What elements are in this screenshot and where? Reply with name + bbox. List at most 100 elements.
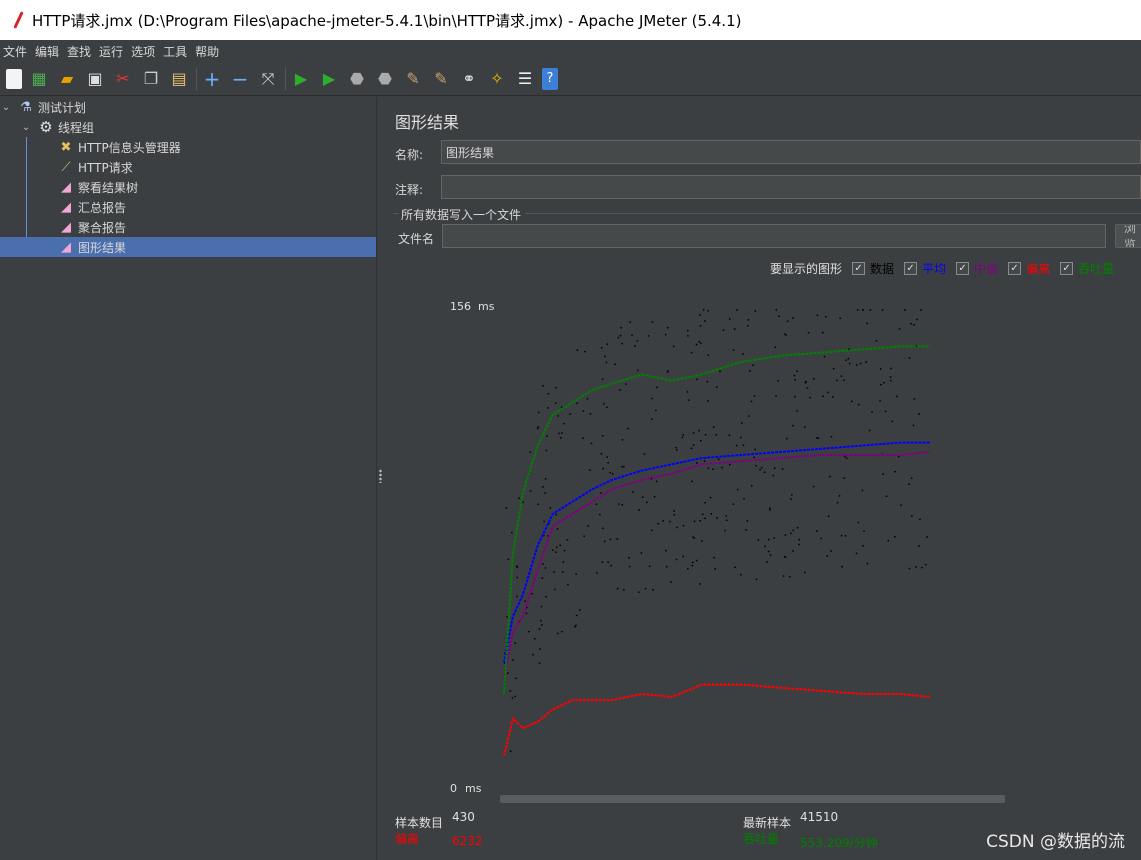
reset-search-icon[interactable]: ✧ [486,68,508,90]
data-point [655,409,657,412]
tree-item-summary-report[interactable]: ◢ 汇总报告 [58,197,126,217]
data-point [712,426,715,428]
paste-icon[interactable]: ▤ [168,68,190,90]
data-point [775,395,777,397]
checkbox-data[interactable]: ✓ [852,262,866,275]
tree-item-test-plan[interactable]: ⌄ ⚗ 测试计划 [0,97,86,117]
data-point [910,322,912,325]
data-point [924,563,927,566]
data-point [890,367,892,370]
start-icon[interactable]: ▶ [290,68,312,90]
horizontal-scrollbar[interactable] [500,795,1005,803]
tree-item-http-request[interactable]: ⟋ HTTP请求 [58,157,133,177]
data-point [518,497,520,499]
data-point [722,329,725,331]
expand-icon[interactable]: + [201,67,223,91]
toggle-icon[interactable]: ⤧ [257,68,279,90]
data-point [716,386,718,388]
menu-help[interactable]: 帮助 [194,43,220,60]
data-point [781,468,784,470]
function-helper-icon[interactable]: ☰ [514,68,536,90]
data-point [791,494,793,496]
copy-icon[interactable]: ❐ [140,68,162,90]
data-point [712,468,714,470]
clear-all-icon[interactable]: ✎ [430,68,452,90]
tree-item-graph-results[interactable]: ◢ 图形结果 [0,237,376,257]
data-point [861,489,864,492]
data-point [918,545,920,547]
stop-icon[interactable]: ⬣ [346,68,368,90]
data-point [616,538,618,540]
checkbox-average[interactable]: ✓ [904,262,918,275]
data-point [673,510,675,512]
data-point [746,520,749,522]
comment-field[interactable] [441,175,1141,199]
browse-button[interactable]: 浏览... [1115,224,1141,248]
tree-item-label: HTTP请求 [78,160,133,175]
data-point [796,527,799,529]
toolbar-separator [196,67,197,90]
help-icon[interactable]: ? [542,67,558,90]
start-no-pause-icon[interactable]: ▶ [318,68,340,90]
data-point [784,556,787,558]
data-point [713,556,715,559]
data-point [822,331,824,334]
data-point [830,550,832,552]
name-field[interactable]: 图形结果 [441,140,1141,164]
menu-search[interactable]: 查找 [66,43,92,60]
data-point [603,540,606,543]
clear-icon[interactable]: ✎ [402,68,424,90]
templates-icon[interactable]: ▦ [28,68,50,90]
chevron-down-icon[interactable]: ⌄ [20,122,32,133]
data-point [774,346,777,348]
data-point [542,486,544,488]
data-point [665,566,668,568]
search-icon[interactable]: ⚭ [458,68,480,90]
menu-tools[interactable]: 工具 [162,43,188,60]
tree-item-view-results-tree[interactable]: ◢ 察看结果树 [58,177,138,197]
data-point [840,375,843,377]
data-point [851,400,853,403]
filename-field[interactable] [442,224,1106,248]
checkbox-deviation[interactable]: ✓ [1008,262,1022,275]
open-icon[interactable]: ▰ [56,68,78,90]
save-icon[interactable]: ▣ [84,68,106,90]
data-point [767,538,770,541]
data-point [847,358,850,360]
data-point [796,410,798,412]
data-point [724,529,726,532]
data-point [820,537,822,540]
menu-edit[interactable]: 编辑 [34,43,60,60]
shutdown-icon[interactable]: ⬣ [374,68,396,90]
drag-handle-icon[interactable] [379,469,382,483]
data-point [556,528,559,530]
chevron-down-icon[interactable]: ⌄ [0,102,12,113]
data-point [700,439,702,442]
data-point [699,520,701,522]
cut-icon[interactable]: ✂ [112,68,134,90]
tree-item-thread-group[interactable]: ⌄ ⚙ 线程组 [20,117,94,137]
data-point [557,632,559,635]
checkbox-throughput[interactable]: ✓ [1060,262,1074,275]
checkbox-median[interactable]: ✓ [956,262,970,275]
collapse-icon[interactable]: − [229,67,251,91]
data-point [707,400,709,402]
data-point [913,398,916,400]
menu-options[interactable]: 选项 [130,43,156,60]
graph-legend: 要显示的图形 ✓ 数据 ✓ 平均 ✓ 中值 ✓ 偏离 ✓ 吞吐量 [770,260,1114,277]
menu-run[interactable]: 运行 [98,43,124,60]
data-point [692,561,694,564]
tree-item-http-header-manager[interactable]: ✖ HTTP信息头管理器 [58,137,181,157]
data-point [855,364,858,366]
data-point [782,575,785,577]
series-lines [503,345,931,757]
data-point [855,552,858,555]
menu-file[interactable]: 文件 [2,43,28,60]
tree-item-aggregate-report[interactable]: ◢ 聚合报告 [58,217,126,237]
split-pane-divider[interactable] [376,97,384,860]
new-icon[interactable] [6,68,22,89]
latest-sample-value: 41510 [800,810,839,824]
data-point [648,565,651,567]
data-point [511,531,513,534]
data-point [681,436,684,439]
